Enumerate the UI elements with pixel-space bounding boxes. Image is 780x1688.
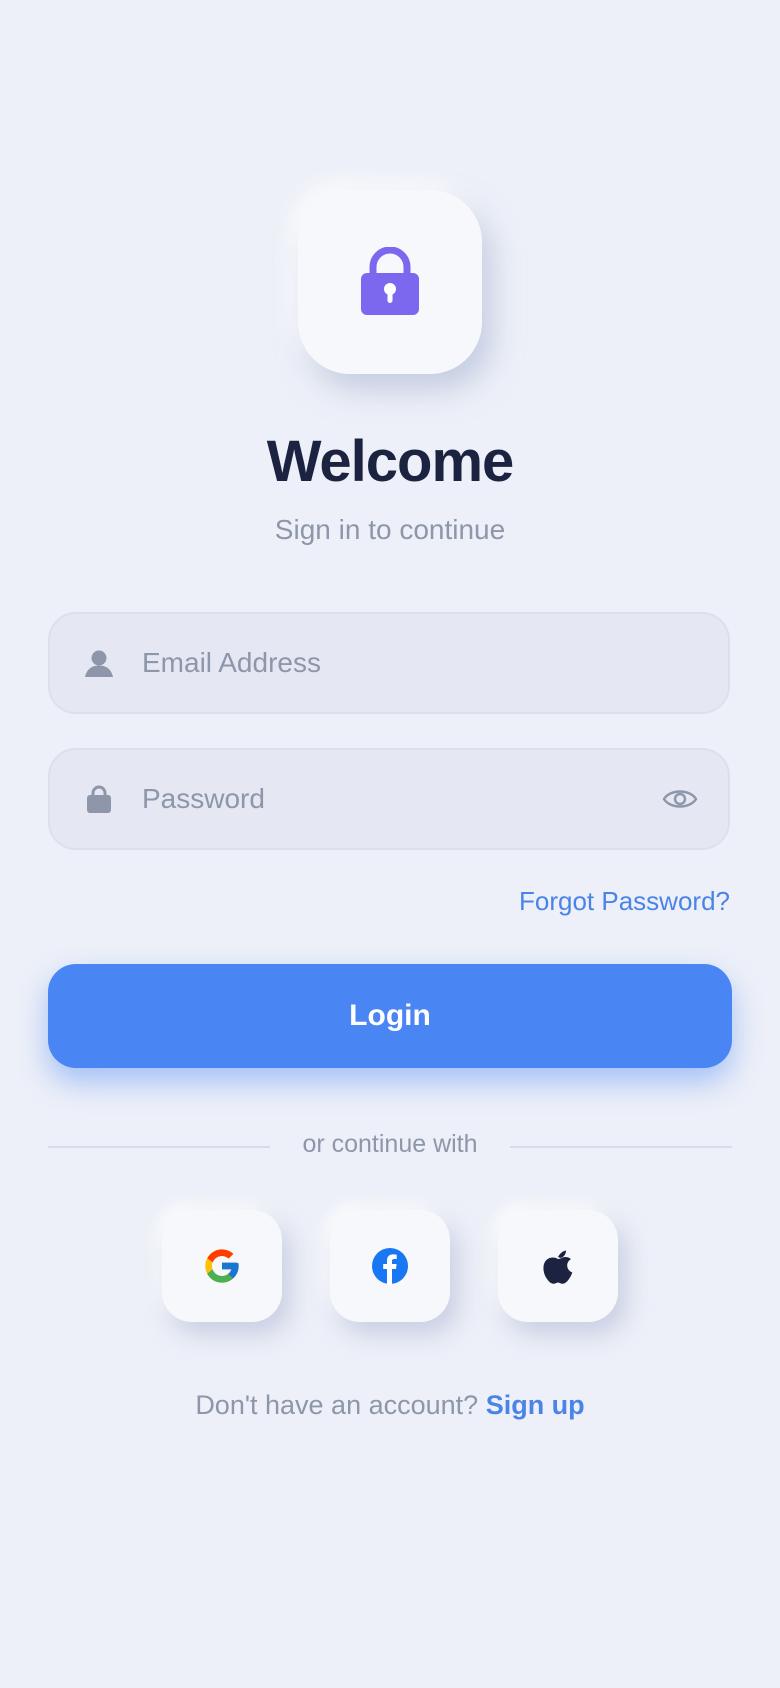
user-icon bbox=[85, 650, 113, 677]
email-placeholder: Email Address bbox=[142, 647, 321, 678]
lock-icon bbox=[87, 785, 111, 813]
google-login-button[interactable] bbox=[162, 1210, 282, 1322]
apple-icon bbox=[543, 1250, 573, 1284]
forgot-password-link[interactable]: Forgot Password? bbox=[519, 886, 730, 917]
signup-prompt-text: Don't have an account? bbox=[195, 1390, 479, 1420]
password-placeholder: Password bbox=[142, 783, 265, 814]
facebook-login-button[interactable] bbox=[330, 1210, 450, 1322]
facebook-icon bbox=[372, 1248, 408, 1285]
page-title: Welcome bbox=[266, 429, 515, 494]
signup-prompt: Don't have an account? Sign up bbox=[0, 1390, 780, 1421]
divider-line-right bbox=[510, 1146, 732, 1148]
divider-text: or continue with bbox=[302, 1130, 478, 1158]
google-icon bbox=[205, 1249, 239, 1283]
apple-login-button[interactable] bbox=[498, 1210, 618, 1322]
login-button[interactable]: Login bbox=[48, 964, 732, 1068]
signup-link[interactable]: Sign up bbox=[486, 1390, 585, 1420]
app-logo-tile bbox=[298, 190, 482, 374]
page-subtitle: Sign in to continue bbox=[274, 514, 506, 545]
eye-icon[interactable] bbox=[662, 786, 698, 812]
password-field[interactable]: Password bbox=[48, 748, 730, 850]
padlock-icon bbox=[361, 247, 419, 315]
email-field[interactable]: Email Address bbox=[48, 612, 730, 714]
